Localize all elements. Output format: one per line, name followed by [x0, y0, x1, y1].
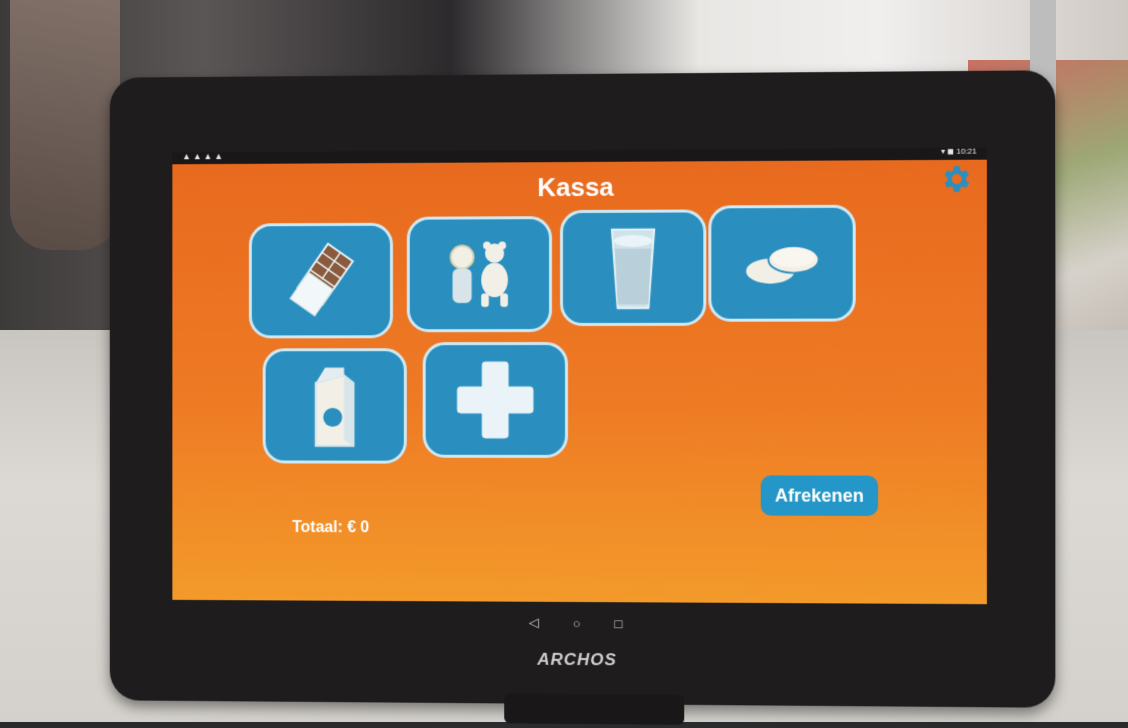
checkout-button[interactable]: Afrekenen: [761, 475, 878, 516]
recents-nav-icon[interactable]: □: [615, 616, 623, 631]
android-nav-bar: ◁ ○ □: [172, 600, 987, 647]
app-screen: ▲▲▲▲ ▾ ◼ 10:21 Kassa Afrekenen Totaal: €…: [172, 148, 987, 605]
status-clock: ▾ ◼ 10:21: [941, 148, 977, 156]
settings-button[interactable]: [938, 162, 973, 197]
device-brand-logo: ARCHOS: [110, 647, 1056, 673]
status-bar: ▲▲▲▲ ▾ ◼ 10:21: [172, 148, 987, 165]
back-nav-icon[interactable]: ◁: [529, 615, 539, 631]
chocolate-bar-icon: [274, 233, 369, 329]
juice-carton-icon: [287, 358, 382, 454]
total-amount: Totaal: € 0: [292, 519, 369, 537]
status-notification-icons: ▲▲▲▲: [182, 151, 225, 161]
cookies-icon: [734, 215, 831, 312]
product-tile-juice[interactable]: [263, 348, 407, 464]
home-nav-icon[interactable]: ○: [573, 615, 581, 630]
product-tile-biscuits[interactable]: [708, 205, 855, 322]
product-tile-chocolate[interactable]: [249, 223, 393, 339]
plus-icon: [447, 352, 543, 448]
product-tile-toys[interactable]: [407, 216, 552, 332]
add-product-button[interactable]: [423, 342, 568, 458]
background-person: [10, 0, 120, 250]
doll-and-teddy-bear-icon: [432, 226, 527, 322]
product-tile-drink[interactable]: [560, 209, 706, 326]
tablet-device: ▲▲▲▲ ▾ ◼ 10:21 Kassa Afrekenen Totaal: €…: [110, 70, 1056, 708]
tablet-stand: [504, 693, 684, 724]
glass-icon: [585, 220, 681, 316]
gear-icon: [938, 162, 973, 197]
page-title: Kassa: [172, 170, 987, 205]
